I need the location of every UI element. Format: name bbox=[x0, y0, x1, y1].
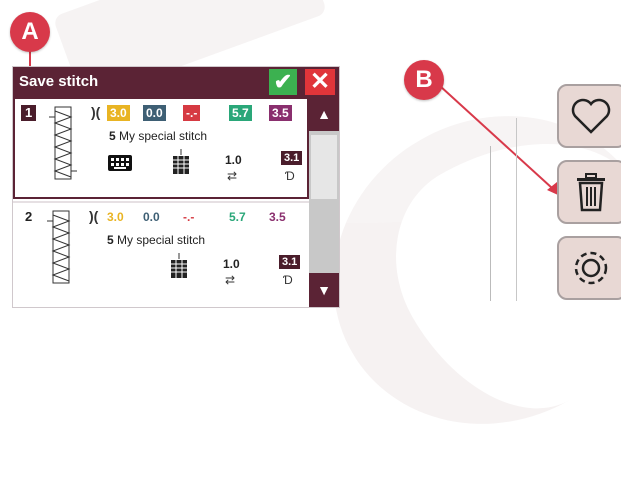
presser-foot-value: 3.1 bbox=[279, 255, 301, 269]
mirror-icon: )( bbox=[91, 104, 101, 120]
thread-tension-value: 1.0 bbox=[225, 153, 242, 167]
callout-b-arrow bbox=[439, 85, 553, 189]
arrow-up-icon: ▲ bbox=[317, 106, 331, 122]
callout-b-badge: B bbox=[404, 60, 444, 100]
favorite-button[interactable] bbox=[557, 84, 621, 148]
stitch-position: 0.0 bbox=[143, 210, 160, 224]
stitch-length: 5.7 bbox=[229, 105, 252, 121]
stitch-position: 0.0 bbox=[143, 105, 166, 121]
stitch-density: -.- bbox=[183, 210, 195, 224]
stitch-balance: 3.5 bbox=[269, 105, 292, 121]
stitch-width: 3.0 bbox=[107, 105, 130, 121]
stitch-preview-icon bbox=[49, 106, 77, 180]
stitch-balance: 3.5 bbox=[269, 210, 286, 224]
scroll-down-button[interactable]: ▼ bbox=[309, 273, 339, 307]
check-icon: ✔ bbox=[273, 69, 293, 94]
settings-button[interactable] bbox=[557, 236, 621, 300]
dialog-title: Save stitch bbox=[19, 73, 99, 90]
fabric-stitch-icon bbox=[173, 149, 189, 174]
callout-a-badge: A bbox=[10, 12, 50, 52]
panel-edge bbox=[516, 118, 517, 301]
fabric-stitch-icon bbox=[171, 253, 187, 278]
stitch-name: 5 My special stitch bbox=[107, 233, 206, 247]
scroll-up-button[interactable]: ▲ bbox=[309, 97, 339, 131]
thread-tension-icon: ⇄ bbox=[227, 169, 238, 183]
stitch-item-1[interactable]: 1 )( 3.0 0.0 -.- 5.7 3.5 5 My special st… bbox=[13, 97, 309, 199]
thread-tension-value: 1.0 bbox=[223, 257, 240, 271]
stitch-list: 1 )( 3.0 0.0 -.- 5.7 3.5 5 My special st… bbox=[13, 97, 309, 307]
heart-icon bbox=[571, 98, 611, 134]
presser-foot-icon: Ɗ bbox=[285, 169, 295, 183]
save-stitch-dialog: Save stitch ✔ ✕ 1 )( 3.0 0.0 -.- 5.7 3.5… bbox=[12, 66, 340, 308]
scrollbar-thumb[interactable] bbox=[311, 135, 337, 199]
stitch-number: 2 bbox=[25, 209, 33, 224]
arrow-down-icon: ▼ bbox=[317, 282, 331, 298]
stitch-item-2[interactable]: 2 )( 3.0 0.0 -.- 5.7 3.5 5 My special st… bbox=[13, 203, 309, 305]
delete-button[interactable] bbox=[557, 160, 621, 224]
dialog-titlebar: Save stitch ✔ ✕ bbox=[13, 67, 339, 97]
mirror-icon: )( bbox=[89, 208, 99, 224]
panel-edge bbox=[490, 146, 491, 301]
presser-foot-icon: Ɗ bbox=[283, 273, 293, 287]
gear-icon bbox=[574, 251, 608, 285]
stitch-density: -.- bbox=[183, 105, 201, 121]
stitch-number: 1 bbox=[21, 105, 37, 121]
keyboard-icon[interactable] bbox=[107, 154, 133, 172]
ok-button[interactable]: ✔ bbox=[269, 69, 297, 95]
stitch-length: 5.7 bbox=[229, 210, 246, 224]
stitch-preview-icon bbox=[47, 210, 71, 284]
trash-icon bbox=[577, 173, 605, 212]
stitch-name: 5 My special stitch bbox=[109, 129, 208, 143]
cancel-button[interactable]: ✕ bbox=[305, 69, 335, 95]
stitch-width: 3.0 bbox=[107, 210, 124, 224]
presser-foot-value: 3.1 bbox=[281, 151, 303, 165]
thread-tension-icon: ⇄ bbox=[225, 273, 236, 287]
close-icon: ✕ bbox=[309, 68, 331, 95]
